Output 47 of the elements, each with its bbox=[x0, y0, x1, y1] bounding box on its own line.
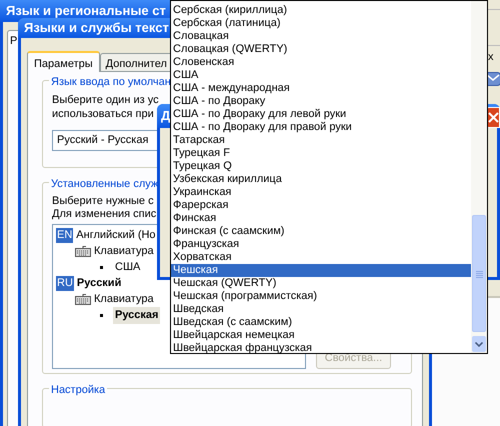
description-text: Выберите нужные с bbox=[52, 194, 154, 208]
list-item[interactable]: Узбекская кириллица bbox=[171, 173, 471, 186]
dialog-title: Языки и службы текст bbox=[24, 19, 169, 37]
scrollbar-thumb[interactable] bbox=[472, 215, 486, 332]
tree-item[interactable]: США bbox=[113, 259, 142, 276]
list-item[interactable]: США - по Двораку bbox=[171, 95, 471, 108]
list-item[interactable]: Фарерская bbox=[171, 199, 471, 212]
tree-item[interactable]: Клавиатура bbox=[94, 243, 154, 260]
tree-item[interactable]: Английский (Но bbox=[76, 227, 156, 244]
dialog-title: Д bbox=[161, 107, 170, 126]
tab[interactable]: Р bbox=[7, 30, 18, 48]
list-item[interactable]: Финская bbox=[171, 212, 471, 225]
language-badge: RU bbox=[56, 276, 74, 291]
tree-item[interactable]: Русский bbox=[76, 275, 122, 292]
grip-icon bbox=[476, 270, 482, 278]
list-item[interactable]: Сербская (латиница) bbox=[171, 17, 471, 30]
list-item[interactable]: Турецкая F bbox=[171, 147, 471, 160]
description-text: использоваться при bbox=[52, 106, 154, 120]
bullet-icon bbox=[100, 314, 103, 317]
keyboard-icon bbox=[75, 294, 91, 305]
list-item[interactable]: Словенская bbox=[171, 56, 471, 69]
bullet-icon bbox=[100, 266, 103, 269]
tree-item[interactable]: Клавиатура bbox=[94, 291, 154, 308]
tab[interactable]: Параметры bbox=[27, 50, 100, 72]
list-item[interactable]: Татарская bbox=[171, 134, 471, 147]
list-item[interactable]: Чешская bbox=[171, 264, 471, 277]
list-item[interactable]: Украинская bbox=[171, 186, 471, 199]
list-item[interactable]: Сербская (кириллица) bbox=[171, 4, 471, 17]
window-title: Язык и региональные ст bbox=[6, 2, 166, 20]
chevron-down-icon bbox=[475, 342, 483, 346]
scrollbar[interactable] bbox=[471, 1, 487, 353]
group-heading: Настройка bbox=[49, 382, 108, 398]
list-item[interactable]: Словацкая (QWERTY) bbox=[171, 43, 471, 56]
list-item[interactable]: США bbox=[171, 69, 471, 82]
description-text: Для изменения спис bbox=[52, 208, 156, 220]
list-item[interactable]: США - международная bbox=[171, 82, 471, 95]
description-text: Выберите один из ус bbox=[52, 92, 159, 106]
keyboard-icon bbox=[75, 246, 91, 257]
scroll-down-button[interactable] bbox=[472, 336, 486, 352]
list-item[interactable]: США - по Двораку для левой руки bbox=[171, 108, 471, 121]
list-item[interactable]: Словацкая bbox=[171, 30, 471, 43]
language-badge: EN bbox=[56, 228, 74, 243]
list-item[interactable]: Турецкая Q bbox=[171, 160, 471, 173]
tab[interactable]: Дополнител bbox=[100, 52, 173, 70]
list-item[interactable]: США - по Двораку для правой руки bbox=[171, 121, 471, 134]
window-text: х bbox=[488, 51, 494, 63]
tree-item[interactable]: Русская bbox=[113, 307, 160, 324]
